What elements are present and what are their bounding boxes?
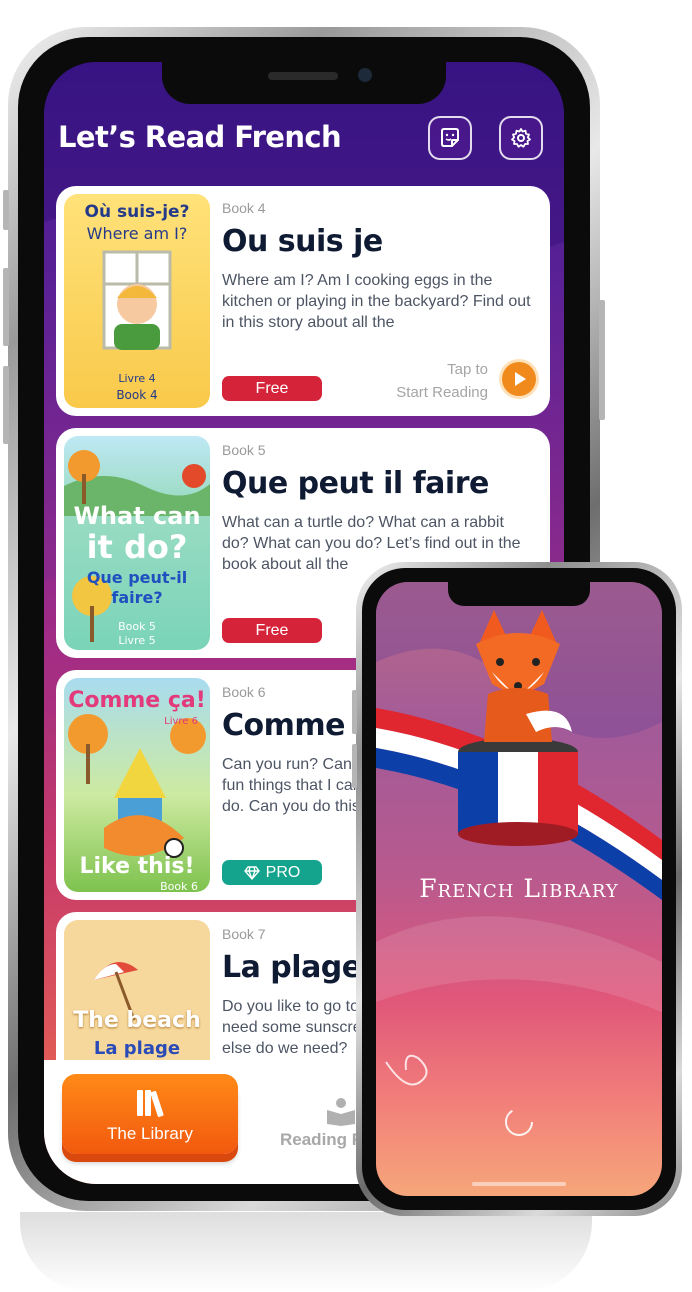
sticker-button[interactable] bbox=[428, 116, 472, 160]
cover-title-en: Where am I? bbox=[86, 224, 188, 243]
pro-badge: PRO bbox=[222, 860, 322, 885]
gear-icon bbox=[511, 128, 531, 148]
power-button bbox=[599, 300, 605, 420]
cover-title-en: The beach bbox=[73, 1008, 201, 1033]
free-badge: Free bbox=[222, 618, 322, 643]
book-cover-6[interactable]: Comme ça! Livre 6 Like this! Book 6 bbox=[64, 678, 210, 892]
app-title: Let’s Read French bbox=[58, 120, 342, 154]
volume-down-button bbox=[3, 366, 9, 444]
mute-switch bbox=[3, 190, 9, 230]
book-number: Book 6 bbox=[222, 684, 266, 700]
book-title: Que peut il faire bbox=[222, 466, 489, 501]
book-title: La plage bbox=[222, 950, 362, 985]
book-description: Where am I? Am I cooking eggs in the kit… bbox=[222, 272, 531, 331]
book-cover-4[interactable]: Où suis-je? Where am I? Livre 4 Book 4 bbox=[64, 194, 210, 408]
cover-title-en-2: it do? bbox=[86, 528, 188, 566]
tap-line-2: Start Reading bbox=[396, 384, 488, 401]
cover-livre: Livre 5 bbox=[118, 634, 156, 647]
cover-title-fr: Comme ça! bbox=[68, 688, 206, 713]
sticker-icon bbox=[441, 128, 459, 147]
cover-title-en: What can bbox=[73, 502, 201, 530]
play-button[interactable] bbox=[502, 362, 536, 396]
tab-the-library[interactable]: The Library bbox=[62, 1074, 238, 1154]
splash-title: French Library bbox=[419, 874, 619, 903]
book-number: Book 5 bbox=[222, 442, 266, 458]
book-number: Book 4 bbox=[222, 200, 266, 216]
cover-title-en: Like this! bbox=[79, 854, 195, 879]
tab-reading-label: Reading R bbox=[280, 1130, 365, 1149]
phone-reflection bbox=[20, 1212, 592, 1292]
book-card-4[interactable]: Où suis-je? Where am I? Livre 4 Book 4 B… bbox=[56, 186, 550, 416]
books-icon bbox=[137, 1090, 164, 1118]
book-cover-5[interactable]: What can it do? Que peut-il faire? Book … bbox=[64, 436, 210, 650]
cover-livre: Livre 4 bbox=[118, 372, 156, 385]
splash-screen: French Library bbox=[376, 582, 662, 1196]
cover-title-fr: Que peut-il bbox=[86, 568, 188, 587]
volume-up-button bbox=[3, 268, 9, 346]
book-title: Ou suis je bbox=[222, 224, 383, 259]
diamond-icon bbox=[243, 865, 260, 880]
cover-title-fr-2: faire? bbox=[111, 588, 163, 607]
settings-button[interactable] bbox=[499, 116, 543, 160]
tap-to-start-hint: Tap to Start Reading bbox=[396, 358, 488, 404]
cover-book: Book 4 bbox=[116, 388, 158, 402]
book-number: Book 7 bbox=[222, 926, 266, 942]
tap-line-1: Tap to bbox=[447, 361, 488, 378]
small-volume-up bbox=[352, 690, 357, 734]
cover-title-fr: Où suis-je? bbox=[84, 202, 190, 222]
cover-book: Book 5 bbox=[118, 620, 156, 633]
pro-label: PRO bbox=[265, 863, 301, 881]
tab-library-label: The Library bbox=[107, 1124, 193, 1143]
main-phone-notch bbox=[162, 62, 446, 104]
cover-title-fr: La plage bbox=[93, 1038, 181, 1059]
reading-icon bbox=[327, 1098, 355, 1126]
cover-livre: Livre 6 bbox=[164, 716, 198, 727]
cover-book: Book 6 bbox=[160, 880, 198, 892]
splash-phone-notch bbox=[448, 582, 590, 606]
free-badge: Free bbox=[222, 376, 322, 401]
small-volume-down bbox=[352, 744, 357, 788]
